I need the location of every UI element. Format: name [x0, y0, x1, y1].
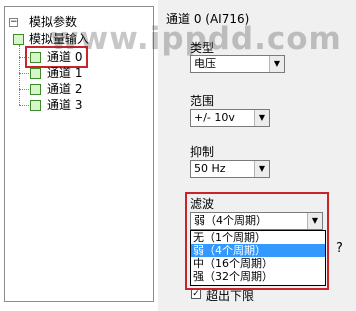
suppress-select[interactable]: 50 Hz ▼ [190, 160, 270, 178]
channel-1-icon [30, 68, 41, 79]
panel-header: 通道 0 (AI716) [166, 12, 250, 26]
tree-connector [19, 73, 29, 74]
lower-limit-checkbox[interactable]: ✓ [191, 289, 201, 299]
type-label: 类型 [190, 41, 215, 55]
tree-connector [19, 45, 20, 105]
settings-panel: 通道 0 (AI716) 类型 电压 ▼ 范围 +/- 10v ▼ 抑制 50 … [158, 0, 356, 311]
chevron-down-icon[interactable]: ▼ [254, 161, 269, 177]
channel-2-icon [30, 84, 41, 95]
tree-panel: − 模拟参数 模拟量输入 通道 0 通道 1 通道 2 通道 3 [4, 6, 154, 302]
collapse-icon[interactable]: − [9, 18, 18, 27]
type-select-value: 电压 [194, 57, 216, 70]
tree-item-channel-1[interactable]: 通道 1 [47, 65, 82, 81]
tree-item-channel-3[interactable]: 通道 3 [47, 97, 82, 113]
tree-item-channel-2[interactable]: 通道 2 [47, 81, 82, 97]
range-select-value: +/- 10v [194, 111, 235, 124]
range-label: 范围 [190, 94, 215, 108]
tree-root-label[interactable]: 模拟参数 [29, 14, 77, 30]
tree-group-label[interactable]: 模拟量输入 [29, 31, 89, 47]
chevron-down-icon[interactable]: ▼ [254, 110, 269, 126]
filter-highlight [185, 192, 329, 290]
folder-icon [13, 34, 24, 45]
tree-connector [19, 89, 29, 90]
type-select[interactable]: 电压 ▼ [190, 55, 285, 73]
channel-3-icon [30, 100, 41, 111]
chevron-down-icon[interactable]: ▼ [269, 56, 284, 72]
suppress-label: 抑制 [190, 145, 215, 159]
tree-connector [19, 105, 29, 106]
side-fragment: ? [336, 241, 343, 256]
suppress-select-value: 50 Hz [194, 162, 226, 175]
range-select[interactable]: +/- 10v ▼ [190, 109, 270, 127]
